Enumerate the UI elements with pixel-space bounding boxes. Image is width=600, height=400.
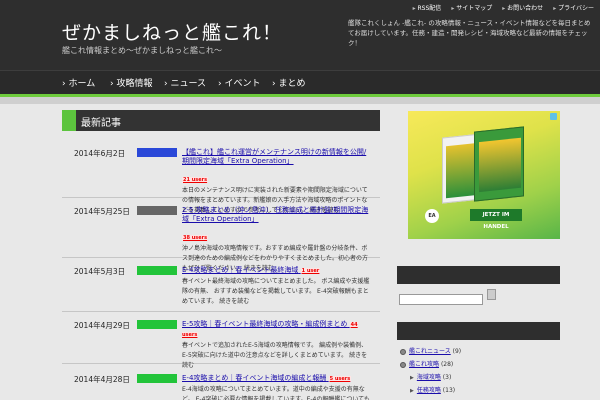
nav-item-event[interactable]: › イベント	[218, 76, 260, 89]
section-title: 最新記事	[81, 118, 121, 129]
sidebar-search	[399, 289, 496, 308]
top-link-privacy[interactable]: プライバシー	[553, 3, 594, 12]
top-links: RSS配信 サイトマップ お問い合わせ プライバシー	[413, 3, 594, 12]
site-title[interactable]: ぜかましねっと艦これ！	[62, 18, 282, 45]
post-category-bar[interactable]	[137, 148, 177, 157]
post-item: 2014年4月29日 E-5攻略｜春イベント最終海域の攻略・編成例まとめ 44 …	[62, 320, 380, 369]
adchoices-icon[interactable]	[550, 113, 557, 120]
main-column: 最新記事 2014年6月2日 【艦これ】艦これ運営がメンテナンス明けの新情報を公…	[62, 110, 380, 400]
category-item: 艦これ攻略 (28)	[400, 359, 453, 368]
top-link-sitemap[interactable]: サイトマップ	[451, 3, 492, 12]
site-subtitle: 艦これ情報まとめ〜ぜかましねっと艦これ〜	[62, 46, 222, 55]
post-category-bar[interactable]	[137, 320, 177, 329]
triangle-right-icon: ▶	[410, 375, 414, 381]
post-date: 2014年5月25日	[74, 207, 130, 216]
post-item: 2014年5月25日 2-5 攻略まとめ（沖ノ島沖） 任務編成と羅針盤/期間限定…	[62, 206, 380, 272]
post-title-link[interactable]: 【艦これ】艦これ運営がメンテナンス明けの新情報を公開/期間限定海域「Extra …	[182, 148, 372, 166]
site-header: ぜかましねっと艦これ！ 艦これ情報まとめ〜ぜかましねっと艦これ〜 RSS配信 サ…	[0, 0, 600, 70]
sidebar-search-header	[397, 266, 560, 284]
post-item: 2014年5月3日 E-4攻略まとめ｜春イベント最終海域 1 user 春イベン…	[62, 266, 380, 312]
post-title-link[interactable]: E-5攻略｜春イベント最終海域の攻略・編成例まとめ 44 users	[182, 320, 372, 340]
hatena-users-badge[interactable]: 21 users	[182, 177, 209, 183]
category-item: 艦これニュース (9)	[400, 346, 461, 355]
section-header: 最新記事	[62, 110, 380, 131]
bullet-icon	[400, 361, 406, 368]
nav-item-news[interactable]: › ニュース	[164, 76, 206, 89]
nav-item-home[interactable]: › ホーム	[62, 76, 95, 89]
post-date: 2014年4月28日	[74, 375, 130, 384]
main-nav: › ホーム › 攻略情報 › ニュース › イベント › まとめ	[0, 70, 600, 94]
post-category-bar[interactable]	[137, 374, 177, 383]
post-excerpt: 春イベント最終海域の攻略についてまとめました。 ボス編成や支援艦隊の有無、 おす…	[182, 278, 370, 305]
top-link-rss[interactable]: RSS配信	[413, 3, 442, 12]
post-item: 2014年6月2日 【艦これ】艦これ運営がメンテナンス明けの新情報を公開/期間限…	[62, 148, 380, 214]
sidebar-categories-header	[397, 322, 560, 340]
post-excerpt: E-4海域の攻略についてまとめています。道中の編成や支援の有無など。 E-4突破…	[182, 386, 370, 400]
post-title-link[interactable]: 2-5 攻略まとめ（沖ノ島沖） 任務編成と羅針盤/期間限定海域「Extra Op…	[182, 206, 372, 224]
post-date: 2014年4月29日	[74, 321, 130, 330]
post-item: 2014年4月28日 E-4攻略まとめ｜春イベント海域の編成と報酬 5 user…	[62, 374, 380, 400]
sidebar-ad-banner[interactable]: EA JETZT IM HANDEL	[408, 111, 560, 239]
top-link-contact[interactable]: お問い合わせ	[502, 3, 543, 12]
post-title-link[interactable]: E-4攻略まとめ｜春イベント最終海域 1 user	[182, 266, 372, 276]
post-date: 2014年5月3日	[74, 267, 126, 276]
bullet-icon	[400, 348, 406, 355]
game-box-art	[474, 126, 524, 202]
triangle-right-icon: ▶	[410, 388, 414, 394]
nav-item-summary[interactable]: › まとめ	[272, 76, 305, 89]
hatena-users-badge[interactable]: 1 user	[300, 268, 321, 274]
subcategory-item: ▶ 任務攻略 (13)	[410, 387, 456, 394]
post-date: 2014年6月2日	[74, 149, 126, 158]
nav-shadow	[0, 97, 600, 104]
hatena-users-badge[interactable]: 5 users	[328, 376, 352, 382]
section-accent	[62, 110, 76, 131]
post-category-bar[interactable]	[137, 206, 177, 215]
ea-logo-icon: EA	[425, 209, 439, 223]
search-input[interactable]	[399, 294, 483, 305]
hatena-users-badge[interactable]: 38 users	[182, 235, 209, 241]
nav-item-guide[interactable]: › 攻略情報	[110, 76, 152, 89]
subcategory-item: ▶ 海域攻略 (3)	[410, 374, 452, 381]
post-category-bar[interactable]	[137, 266, 177, 275]
post-excerpt: 春イベントで追加されたE-5海域の攻略情報です。 編成例や装備例、 E-5突破に…	[182, 342, 368, 369]
ad-cta-button[interactable]: JETZT IM HANDEL	[470, 209, 522, 230]
search-button[interactable]	[487, 289, 496, 300]
post-title-link[interactable]: E-4攻略まとめ｜春イベント海域の編成と報酬 5 users	[182, 374, 372, 384]
site-description: 艦隊これくしょん -艦これ- の攻略情報・ニュース・イベント情報などを毎日まとめ…	[348, 19, 591, 47]
